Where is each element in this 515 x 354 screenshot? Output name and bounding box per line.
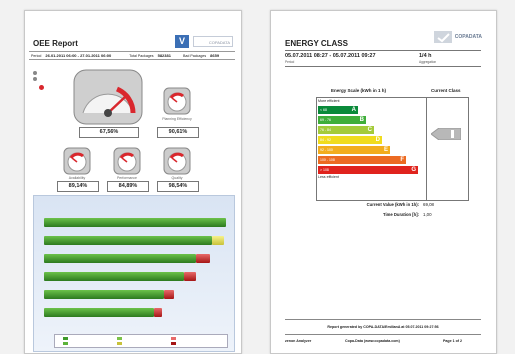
energy-class-row-g: > 108 G [318,166,418,174]
oee-value: 67,56% [79,127,139,138]
class-letter: F [400,157,404,163]
performance-gauge-icon [113,147,141,175]
chart-bar [44,290,164,299]
energy-class-row-e: 92 - 100 E [318,146,390,154]
footer-center: Copa-Data (www.copadata.com) [345,339,400,343]
class-letter: B [359,117,364,123]
energy-class-row-d: 84 - 92 D [318,136,382,144]
class-range: 69 - 76 [320,118,331,122]
oee-status-dots [33,71,44,92]
time-duration-value: 1,00 [423,212,432,217]
status-dot-red [39,85,44,90]
footer-left: zenon Analyzer [285,339,312,343]
current-class-box [424,97,469,201]
time-duration-label: Time Duration [h]: [383,212,419,217]
chart-bar [44,254,196,263]
current-class-arrow-icon [431,128,461,140]
legend-swatch [171,342,176,345]
class-range: 76 - 84 [320,128,331,132]
class-letter: G [411,167,416,173]
current-class-title: Current Class [431,88,461,93]
oee-gauge-icon [73,69,143,125]
oee-report-page: OEE Report V COPADATA Period 26.01.2011 … [24,10,242,354]
header-logos: V COPADATA [175,35,233,48]
availability-gauge-icon [63,147,91,175]
bad-packages-value: 8659 [210,53,220,58]
legend-swatch [117,342,122,345]
energy-scale-title: Energy Scale (kWh in 1 h) [331,88,387,93]
legend-swatch [63,342,68,345]
performance-label: Performance [116,176,138,180]
period-value: 26.01.2011 06:00 - 27.01.2011 06:00 [45,53,112,58]
class-range: > 108 [320,168,329,172]
class-letter: C [367,127,372,133]
generated-by-text: Report generated by COPA-DATA\EmilianA a… [285,319,481,335]
planning-efficiency-value: 90,61% [157,127,199,138]
chart-bar [196,254,210,263]
header-rule [285,50,481,51]
class-range: 92 - 100 [320,148,333,152]
class-range: 100 - 108 [320,158,335,162]
period-label: Period [285,60,295,64]
total-packages-value: 582381 [157,53,171,58]
planning-efficiency-gauge-icon [163,87,191,115]
class-range: 84 - 92 [320,138,331,142]
energy-class-row-b: 69 - 76 B [318,116,366,124]
chart-legend [54,334,228,348]
copadata-logo-text: COPADATA [454,34,482,40]
energy-class-row-f: 100 - 108 F [318,156,406,164]
performance-value: 84,89% [107,181,149,192]
class-letter: E [383,147,388,153]
more-efficient-label: More efficient [318,99,340,103]
v-logo-icon: V [175,35,189,48]
chart-bar [154,308,162,317]
aggregation-value: 1/4 h [419,53,432,59]
less-efficient-label: Less efficient [318,175,339,179]
page-title: OEE Report [33,39,78,48]
quality-gauge-icon [163,147,191,175]
legend-swatch [117,337,122,340]
class-letter: D [375,137,380,143]
header-rule [285,66,481,67]
total-packages-label: Total Packages [129,53,154,58]
availability-label: Availability [68,176,86,180]
aggregation-label: Aggregation [419,60,437,64]
footer-page-number: Page 1 of 2 [443,339,462,343]
availability-value: 89,14% [57,181,99,192]
chart-bar [44,308,154,317]
quality-value: 98,54% [157,181,199,192]
legend-swatch [63,337,68,340]
planning-efficiency-label: Planning Efficiency [162,117,192,121]
class-letter: A [351,107,356,113]
energy-class-page: ENERGY CLASS COPADATA 05.07.2011 08:27 -… [270,10,497,354]
chart-bar [44,218,226,227]
status-dot [33,77,37,81]
current-value-label: Current Value (kWh in 1h): [366,202,419,207]
quality-label: Quality [171,176,183,180]
copadata-logo: COPADATA [193,36,233,47]
chart-bar [164,290,174,299]
bad-packages-label: Bad Packages [182,53,207,58]
chart-bar [184,272,196,281]
current-value: 69,08 [423,202,434,207]
period-value: 05.07.2011 08:27 - 05.07.2011 09:27 [285,53,376,59]
report-meta-row: Period 26.01.2011 06:00 - 27.01.2011 06:… [29,51,235,60]
legend-swatch [171,337,176,340]
chart-bar [44,272,184,281]
chart-bar [44,236,212,245]
period-label: Period [31,53,42,58]
checkmark-logo-icon [433,31,452,43]
copadata-logo: COPADATA [433,31,482,43]
energy-class-row-a: < 68 A [318,106,358,114]
class-range: < 68 [320,108,327,112]
status-dot [33,71,37,75]
oee-bar-chart [33,195,235,352]
page-title: ENERGY CLASS [285,39,348,48]
energy-class-row-c: 76 - 84 C [318,126,374,134]
chart-bar [212,236,224,245]
